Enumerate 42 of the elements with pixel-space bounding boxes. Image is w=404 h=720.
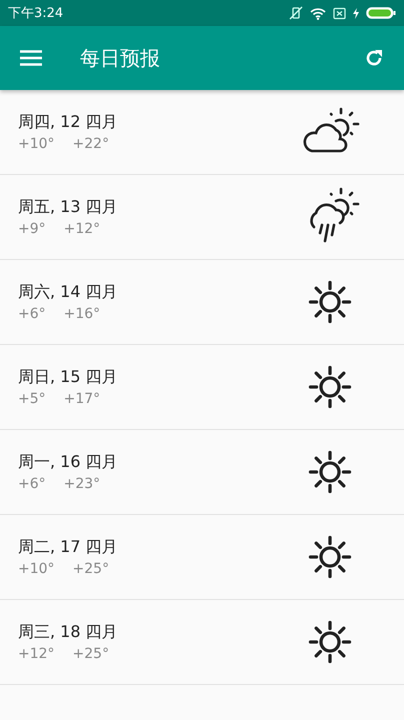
forecast-date: 周日, 15 四月 — [18, 367, 118, 388]
sun-icon — [306, 448, 354, 496]
low-temperature: +12° — [18, 646, 55, 662]
battery-icon — [366, 7, 396, 19]
clock: 下午3:24 — [8, 5, 64, 22]
forecast-date: 周一, 16 四月 — [18, 452, 118, 473]
high-temperature: +25° — [72, 561, 110, 577]
low-temperature: +10° — [18, 561, 55, 577]
low-temperature: +6° — [18, 306, 46, 322]
charging-icon — [353, 8, 359, 18]
high-temperature: +12° — [64, 221, 100, 237]
sun-icon — [306, 363, 354, 411]
forecast-row[interactable]: 周四, 12 四月 +10° +22° — [0, 90, 404, 175]
menu-icon — [20, 50, 42, 66]
forecast-date: 周五, 13 四月 — [18, 197, 118, 218]
sun-icon — [306, 618, 354, 666]
forecast-row[interactable]: 周六, 14 四月 +6° +16° — [0, 260, 404, 345]
low-temperature: +10° — [18, 136, 55, 152]
low-temperature: +5° — [18, 391, 46, 407]
sun-icon — [306, 533, 354, 581]
vibrate-off-icon — [289, 6, 303, 20]
high-temperature: +16° — [64, 306, 100, 322]
forecast-date: 周四, 12 四月 — [18, 112, 118, 133]
forecast-row[interactable]: 周五, 13 四月 +9° +12° — [0, 175, 404, 260]
forecast-row[interactable]: 周一, 16 四月 +6° +23° — [0, 430, 404, 515]
forecast-date: 周六, 14 四月 — [18, 282, 118, 303]
forecast-row[interactable]: 周三, 18 四月 +12° +25° — [0, 600, 404, 685]
high-temperature: +23° — [64, 476, 100, 492]
no-sim-icon — [333, 6, 346, 20]
low-temperature: +6° — [18, 476, 46, 492]
sun-icon — [306, 278, 354, 326]
refresh-icon — [364, 48, 384, 68]
screen-title: 每日预报 — [80, 44, 161, 72]
low-temperature: +9° — [18, 221, 46, 237]
forecast-date: 周二, 17 四月 — [18, 537, 118, 558]
high-temperature: +22° — [72, 136, 110, 152]
high-temperature: +17° — [64, 391, 100, 407]
forecast-date: 周三, 18 四月 — [18, 622, 118, 643]
wifi-icon — [310, 6, 326, 20]
forecast-row[interactable]: 周二, 17 四月 +10° +25° — [0, 515, 404, 600]
forecast-row[interactable]: 周日, 15 四月 +5° +17° — [0, 345, 404, 430]
high-temperature: +25° — [72, 646, 110, 662]
